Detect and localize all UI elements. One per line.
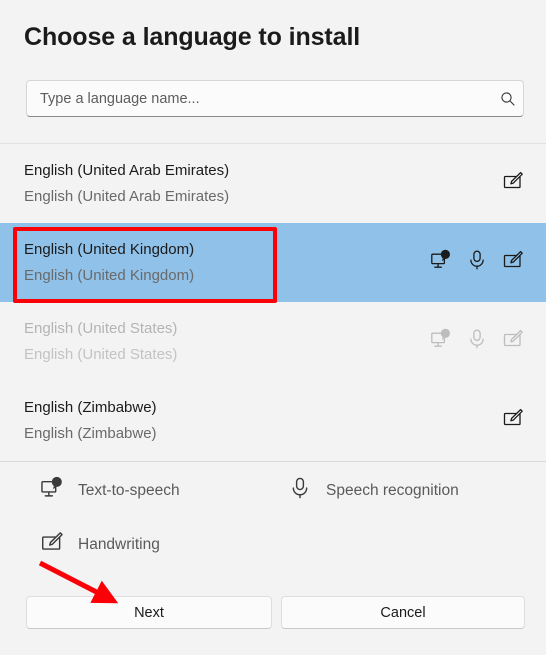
- list-item-labels: English (United Arab Emirates) English (…: [24, 161, 502, 206]
- list-item-labels: English (United Kingdom) English (United…: [24, 240, 430, 285]
- speech-recognition-icon: [466, 249, 488, 276]
- legend-label-handwriting: Handwriting: [78, 535, 160, 553]
- handwriting-icon: [502, 328, 524, 355]
- list-item[interactable]: English (Zimbabwe) English (Zimbabwe): [0, 381, 546, 460]
- handwriting-icon: [502, 407, 524, 434]
- text-to-speech-icon: [430, 249, 452, 276]
- text-to-speech-icon: [40, 476, 64, 505]
- list-item-labels: English (United States) English (United …: [24, 319, 430, 364]
- list-item-selected[interactable]: English (United Kingdom) English (United…: [0, 223, 546, 302]
- list-item-feature-icons: [430, 249, 546, 276]
- list-item-feature-icons: [502, 170, 546, 197]
- handwriting-icon: [502, 249, 524, 276]
- search-box[interactable]: [26, 80, 524, 117]
- feature-legend: Text-to-speech Speech recognition Handwr…: [0, 462, 546, 572]
- language-name: English (United States): [24, 320, 178, 337]
- list-item-feature-icons: [502, 407, 546, 434]
- legend-item-handwriting: Handwriting: [40, 530, 160, 559]
- legend-item-speech-recognition: Speech recognition: [288, 476, 459, 505]
- page-title: Choose a language to install: [24, 23, 361, 51]
- search-input[interactable]: [27, 81, 493, 116]
- language-name: English (Zimbabwe): [24, 399, 157, 416]
- language-native-name: English (United States): [24, 346, 178, 363]
- text-to-speech-icon: [430, 328, 452, 355]
- language-name: English (United Kingdom): [24, 241, 195, 258]
- handwriting-icon: [502, 170, 524, 197]
- search-icon: [493, 91, 523, 107]
- language-native-name: English (United Arab Emirates): [24, 188, 230, 205]
- list-item-labels: English (Zimbabwe) English (Zimbabwe): [24, 398, 502, 443]
- language-native-name: English (Zimbabwe): [24, 425, 157, 442]
- language-name: English (United Arab Emirates): [24, 162, 230, 179]
- legend-item-text-to-speech: Text-to-speech: [40, 476, 180, 505]
- handwriting-icon: [40, 530, 64, 559]
- list-item[interactable]: English (United Arab Emirates) English (…: [0, 144, 546, 223]
- dialog-footer: Next Cancel: [0, 584, 546, 655]
- legend-label-text-to-speech: Text-to-speech: [78, 481, 180, 499]
- legend-label-speech-recognition: Speech recognition: [326, 481, 459, 499]
- speech-recognition-icon: [288, 476, 312, 505]
- next-button[interactable]: Next: [26, 596, 272, 629]
- language-native-name: English (United Kingdom): [24, 267, 195, 284]
- list-item-feature-icons: [430, 328, 546, 355]
- cancel-button[interactable]: Cancel: [281, 596, 525, 629]
- list-item-disabled: English (United States) English (United …: [0, 302, 546, 381]
- speech-recognition-icon: [466, 328, 488, 355]
- language-list[interactable]: English (United Arab Emirates) English (…: [0, 143, 546, 462]
